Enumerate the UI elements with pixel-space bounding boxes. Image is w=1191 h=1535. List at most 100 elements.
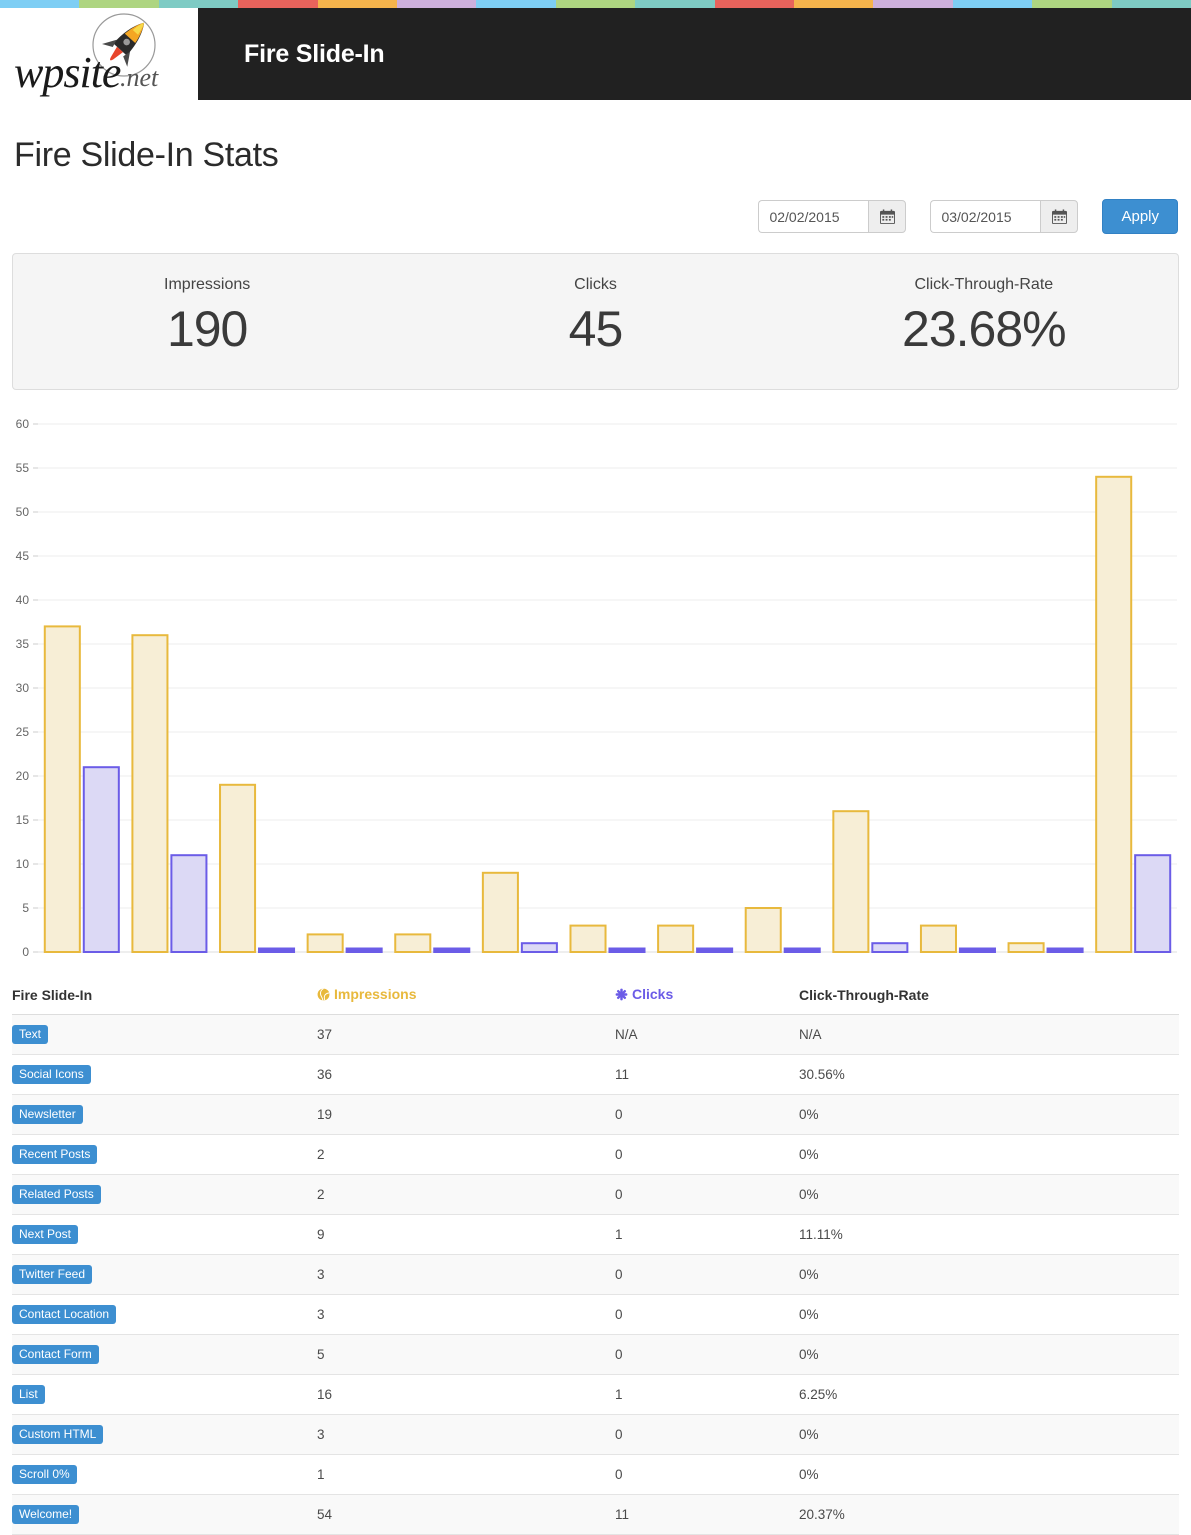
chart-y-tick-label: 25 [16,725,30,739]
row-clicks-cell: N/A [615,1014,799,1055]
th-clicks-label: Clicks [632,986,674,1002]
chart-y-tick-label: 30 [16,681,30,695]
chart-bar-impressions[interactable] [306,933,344,954]
summary-impressions: Impressions 190 [13,276,401,358]
chart-y-tick-label: 15 [16,813,30,827]
chart-y-tick-label: 40 [16,593,30,607]
start-date-input[interactable] [758,200,869,233]
chart-bar-clicks[interactable] [520,942,558,954]
row-name-badge[interactable]: Social Icons [12,1065,91,1084]
row-ctr-cell: 30.56% [799,1054,1179,1095]
chart-bar-clicks[interactable] [433,947,471,953]
summary-clicks: Clicks 45 [401,276,789,358]
row-name-badge[interactable]: List [12,1385,45,1404]
chart-bar-clicks[interactable] [345,947,383,953]
start-date-group [758,200,907,233]
color-strip-segment [476,0,556,8]
row-impressions-cell: 5 [317,1334,615,1375]
chart-bar-impressions[interactable] [43,625,81,953]
color-strip-segment [873,0,953,8]
chart-bar-impressions[interactable] [919,924,957,953]
table-row: Scroll 0% 1 0 0% [12,1454,1179,1495]
th-name: Fire Slide-In [12,978,317,1015]
row-name-badge[interactable]: Recent Posts [12,1145,98,1164]
chart-bar-clicks[interactable] [871,942,909,954]
row-clicks-cell: 0 [615,1174,799,1215]
chart-bar-impressions[interactable] [131,634,169,953]
chart-bar-clicks[interactable] [608,947,646,953]
stats-table-body: Text 37 N/A N/A Social Icons 36 11 30.56% Newsle… [12,1014,1179,1535]
top-color-strip [0,0,1191,8]
row-clicks-cell: 0 [615,1294,799,1335]
chart-bar-impressions[interactable] [744,907,782,953]
row-clicks-cell: 1 [615,1374,799,1415]
table-row: Welcome! 54 11 20.37% [12,1494,1179,1535]
th-ctr: Click-Through-Rate [799,978,1179,1015]
chart-y-tick-label: 45 [16,549,30,563]
color-strip-segment [1111,0,1191,8]
row-name-cell: Contact Location [12,1294,317,1335]
summary-panel: Impressions 190 Clicks 45 Click-Through-… [12,253,1179,390]
row-clicks-cell: 0 [615,1254,799,1295]
color-strip-segment [397,0,477,8]
row-name-badge[interactable]: Contact Form [12,1345,99,1364]
chart-bar-clicks[interactable] [258,947,296,953]
chart-bar-clicks[interactable] [1134,854,1172,954]
chart-bar-impressions[interactable] [394,933,432,954]
row-name-cell: Social Icons [12,1054,317,1095]
table-row: Contact Form 5 0 0% [12,1334,1179,1375]
row-name-cell: Newsletter [12,1094,317,1135]
summary-clicks-value: 45 [568,301,624,357]
color-strip-segment [158,0,239,8]
row-name-cell: Welcome! [12,1494,317,1535]
row-impressions-cell: 16 [317,1374,615,1415]
chart-bar-clicks[interactable] [1046,947,1084,953]
chart-bar-clicks[interactable] [783,947,821,953]
th-impressions: Impressions [317,978,615,1015]
color-strip-segment [952,0,1033,8]
chart-bar-impressions[interactable] [569,924,607,953]
start-date-calendar-icon[interactable] [868,200,907,233]
row-name-badge[interactable]: Newsletter [12,1105,83,1124]
summary-impressions-value: 190 [166,301,248,357]
chart-bar-impressions[interactable] [832,810,870,954]
row-name-badge[interactable]: Welcome! [12,1505,80,1524]
chart-bar-clicks[interactable] [958,947,996,953]
apply-button[interactable]: Apply [1102,199,1178,234]
row-name-badge[interactable]: Contact Location [12,1305,117,1324]
row-impressions-cell: 19 [317,1094,615,1135]
chart-bar-impressions[interactable] [1095,475,1133,954]
chart-y-tick-label: 5 [22,901,29,915]
row-name-badge[interactable]: Custom HTML [12,1425,104,1444]
row-name-badge[interactable]: Scroll 0% [12,1465,77,1484]
row-name-cell: Next Post [12,1214,317,1255]
brand-logo[interactable]: wpsite .net [0,8,198,100]
end-date-input[interactable] [930,200,1041,233]
chart-bar-clicks[interactable] [696,947,734,953]
row-name-cell: Text [12,1014,317,1055]
row-name-badge[interactable]: Next Post [12,1225,79,1244]
chart-bar-clicks[interactable] [82,766,120,954]
chart-bar-impressions[interactable] [1007,942,1045,954]
page-title: Fire Slide-In Stats [14,136,279,174]
row-ctr-cell: 0% [799,1414,1179,1455]
end-date-calendar-icon[interactable] [1040,200,1079,233]
stats-bar-chart: 0 5 10 15 20 25 30 35 40 45 50 55 60 [0,412,1191,972]
row-name-badge[interactable]: Twitter Feed [12,1265,93,1284]
row-clicks-cell: 0 [615,1454,799,1495]
table-row: Twitter Feed 3 0 0% [12,1254,1179,1295]
table-header-row: Fire Slide-In Impressions Clicks Click-T… [12,978,1179,1015]
summary-ctr: Click-Through-Rate 23.68% [790,276,1178,358]
chart-canvas: 0 5 10 15 20 25 30 35 40 45 50 55 60 [16,417,1177,959]
row-ctr-cell: 0% [799,1294,1179,1335]
th-impressions-label: Impressions [334,986,417,1002]
chart-bar-impressions[interactable] [657,924,695,953]
row-clicks-cell: 0 [615,1414,799,1455]
end-date-group [930,200,1079,233]
chart-bar-clicks[interactable] [170,854,208,954]
chart-bar-impressions[interactable] [219,783,257,953]
row-name-badge[interactable]: Related Posts [12,1185,101,1204]
row-name-badge[interactable]: Text [12,1025,49,1044]
row-name-cell: Twitter Feed [12,1254,317,1295]
chart-bar-impressions[interactable] [481,871,519,953]
